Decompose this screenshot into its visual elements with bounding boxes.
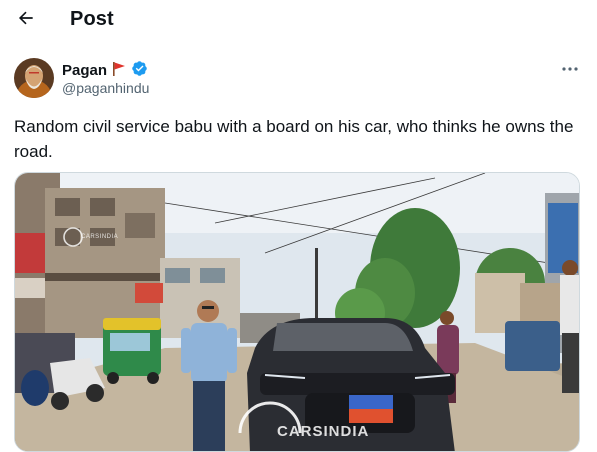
page-title: Post	[70, 8, 114, 30]
more-dots-icon	[561, 59, 579, 77]
verified-badge-icon	[131, 60, 148, 81]
top-bar: Post	[0, 0, 597, 40]
post-text: Random civil service babu with a board o…	[14, 117, 574, 161]
avatar[interactable]	[14, 58, 54, 98]
back-button[interactable]	[12, 6, 40, 34]
author-handle[interactable]: @paganhindu	[62, 80, 149, 96]
arrow-left-icon	[16, 8, 36, 33]
media-watermark-small: CARSINDIA	[81, 234, 119, 240]
author-name-row: Pagan	[62, 60, 148, 81]
media-watermark: CARSINDIA	[277, 423, 370, 440]
red-flag-icon	[111, 61, 127, 81]
post-media-image[interactable]: CARSINDIA CARSINDIA	[14, 172, 580, 452]
more-options-button[interactable]	[558, 58, 582, 78]
author-display-name[interactable]: Pagan	[62, 62, 107, 79]
